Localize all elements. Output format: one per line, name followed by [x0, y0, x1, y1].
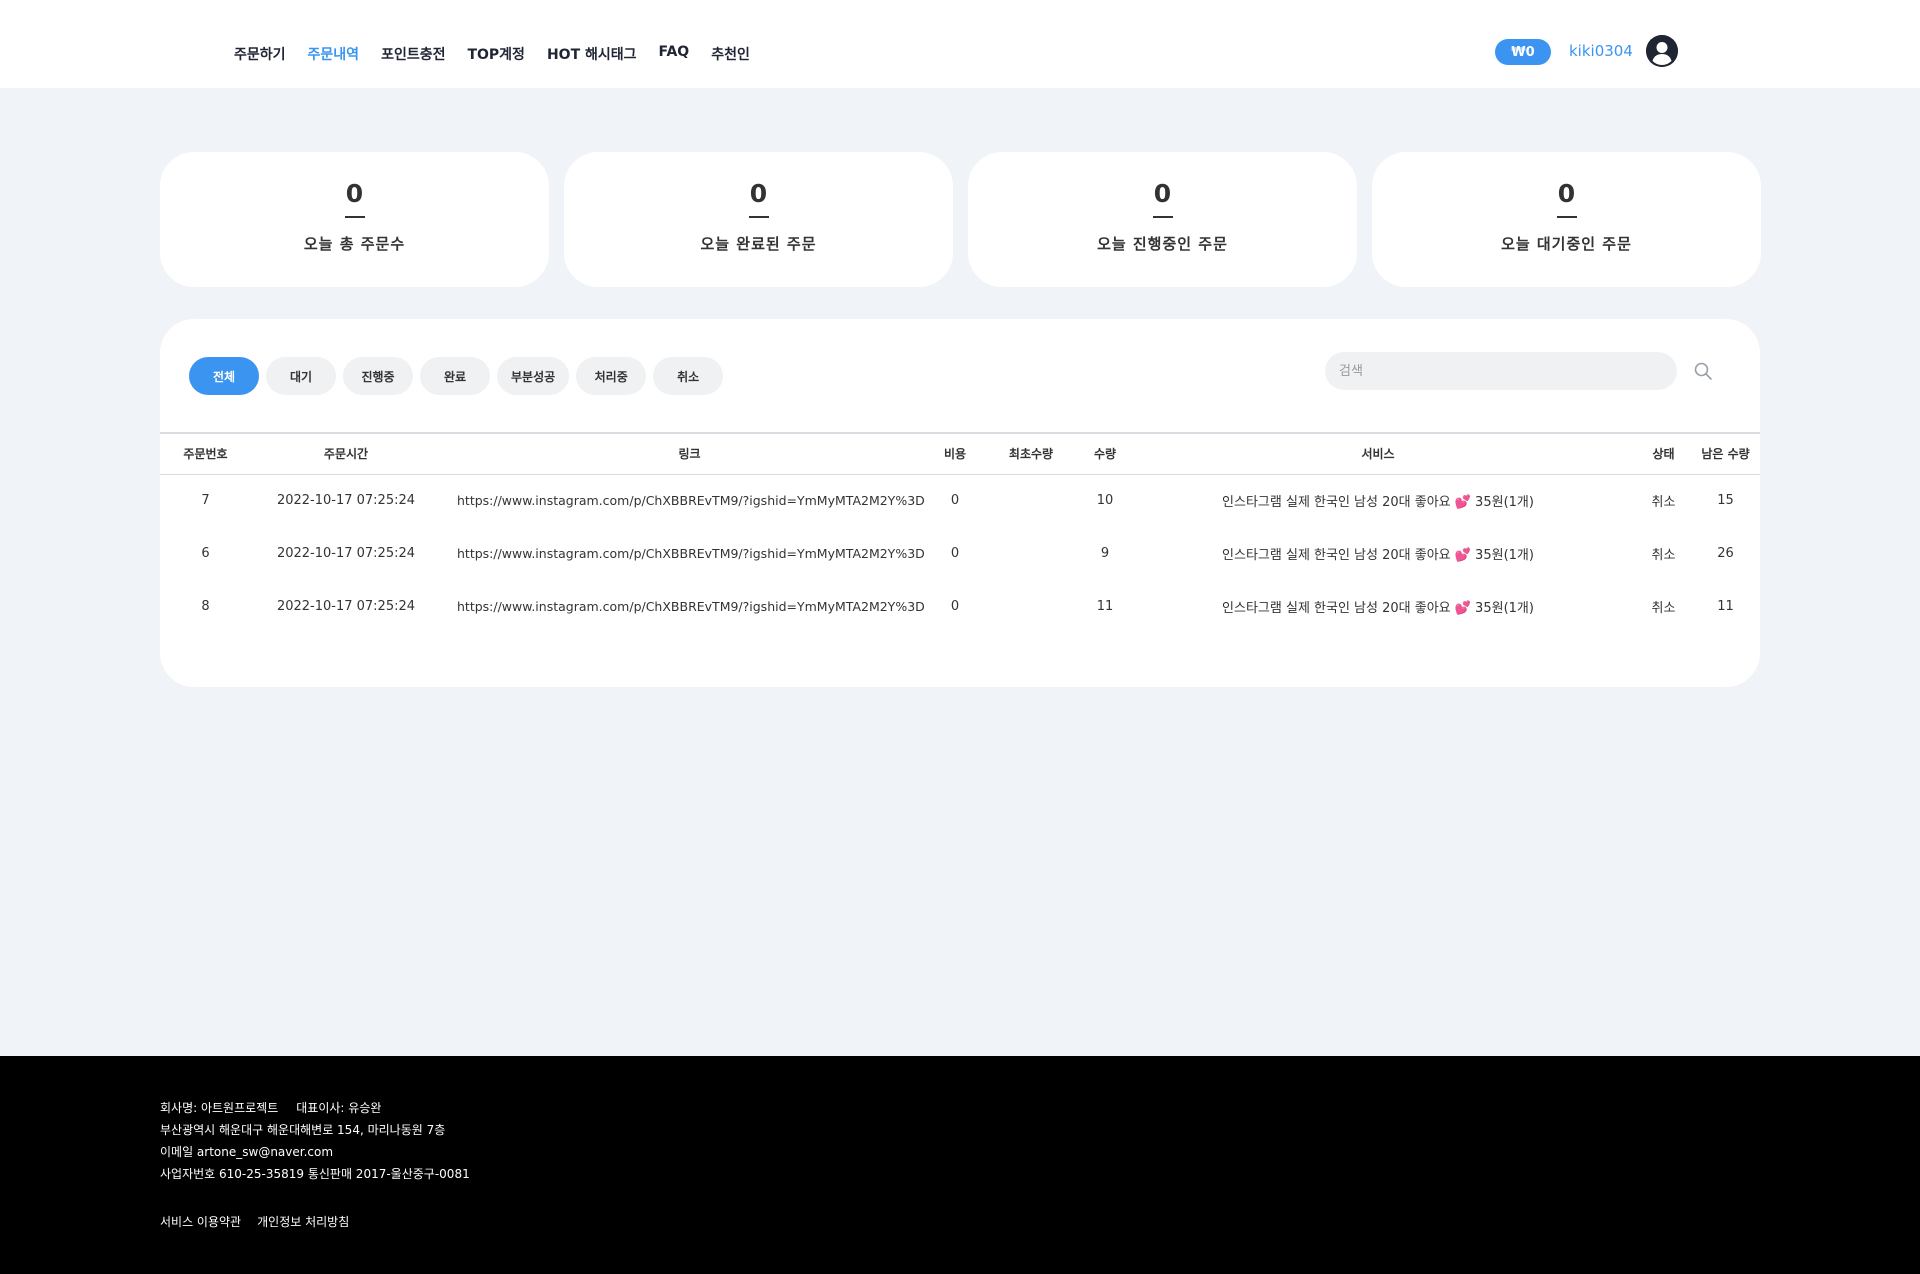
column-header-status: 상태 [1652, 447, 1675, 462]
nav-item-top-accounts[interactable]: TOP계정 [467, 44, 524, 64]
cell-service: 인스타그램 실제 한국인 남성 20대 좋아요 💕 35원(1개) [1222, 601, 1534, 616]
nav-item-point-charge[interactable]: 포인트충전 [381, 44, 445, 64]
stat-card-completed: 0 오늘 완료된 주문 [564, 152, 953, 287]
business-registration: 사업자번호 610-25-35819 통신판매 2017-울산중구-0081 [160, 1167, 470, 1181]
cell-status: 취소 [1651, 548, 1676, 563]
nav-item-hot-hashtags[interactable]: HOT 해시태그 [547, 44, 637, 64]
nav-item-order[interactable]: 주문하기 [234, 44, 286, 64]
cell-service: 인스타그램 실제 한국인 남성 20대 좋아요 💕 35원(1개) [1222, 548, 1534, 563]
footer-links: 서비스 이용약관 개인정보 처리방침 [160, 1213, 349, 1230]
top-header: 주문하기 주문내역 포인트충전 TOP계정 HOT 해시태그 FAQ 추천인 ₩… [0, 0, 1920, 88]
filter-chip-processing[interactable]: 처리중 [576, 357, 647, 395]
privacy-policy-link[interactable]: 개인정보 처리방침 [257, 1213, 349, 1230]
cell-initial-qty [972, 474, 1090, 527]
cell-qty: 9 [1100, 546, 1110, 561]
ceo-name: 대표이사: 유승완 [296, 1101, 382, 1115]
filter-chip-waiting[interactable]: 대기 [266, 357, 336, 395]
stat-value: 0 [345, 179, 364, 208]
balance-badge[interactable]: ₩0 [1495, 39, 1551, 65]
cell-order-id: 8 [201, 599, 210, 614]
filter-chip-all[interactable]: 전체 [189, 357, 259, 395]
divider [1556, 216, 1577, 218]
cell-link[interactable]: https://www.instagram.com/p/ChXBBREvTM9/… [441, 580, 938, 633]
stat-cards: 0 오늘 총 주문수 0 오늘 완료된 주문 0 오늘 진행중인 주문 0 오늘… [160, 152, 1761, 287]
column-header-order-time: 주문시간 [323, 447, 369, 462]
filter-chip-in-progress[interactable]: 진행중 [343, 357, 413, 395]
user-circle-icon[interactable] [1646, 35, 1678, 67]
order-list-panel: 전체 대기 진행중 완료 부분성공 처리중 취소 주문번호 주문시간 링크 비용… [160, 319, 1760, 687]
stat-card-pending: 0 오늘 대기중인 주문 [1372, 152, 1761, 287]
company-address: 부산광역시 해운대구 해운대해변로 154, 마리나동원 7층 [160, 1123, 446, 1137]
filter-chip-partial[interactable]: 부분성공 [497, 357, 570, 395]
search-input[interactable] [1325, 352, 1677, 390]
terms-of-service-link[interactable]: 서비스 이용약관 [160, 1213, 241, 1230]
main-nav: 주문하기 주문내역 포인트충전 TOP계정 HOT 해시태그 FAQ 추천인 [234, 44, 750, 64]
company-name: 회사명: 아트원프로젝트 [160, 1101, 279, 1115]
cell-remaining: 11 [1717, 599, 1734, 614]
filter-chip-cancelled[interactable]: 취소 [653, 357, 724, 395]
stat-value: 0 [1153, 179, 1172, 208]
cell-link[interactable]: https://www.instagram.com/p/ChXBBREvTM9/… [441, 474, 938, 527]
cell-link[interactable]: https://www.instagram.com/p/ChXBBREvTM9/… [441, 527, 938, 580]
company-info: 회사명: 아트원프로젝트 대표이사: 유승완 부산광역시 해운대구 해운대해변로 … [160, 1097, 470, 1185]
cell-cost: 0 [950, 546, 960, 561]
cell-qty: 11 [1096, 599, 1114, 614]
stat-label: 오늘 총 주문수 [303, 235, 406, 253]
column-header-link: 링크 [678, 447, 701, 462]
search-icon[interactable] [1693, 361, 1713, 381]
stat-label: 오늘 완료된 주문 [700, 235, 817, 253]
nav-item-order-history[interactable]: 주문내역 [308, 44, 360, 64]
cell-qty: 10 [1096, 493, 1114, 509]
filter-chip-completed[interactable]: 완료 [420, 357, 490, 395]
cell-initial-qty [972, 527, 1090, 580]
cell-cost: 0 [950, 493, 960, 509]
site-footer: 회사명: 아트원프로젝트 대표이사: 유승완 부산광역시 해운대구 해운대해변로 … [0, 1056, 1920, 1274]
table-row: 7 2022-10-17 07:25:24 https://www.instag… [160, 474, 1760, 527]
order-table: 주문번호 주문시간 링크 비용 최초수량 수량 서비스 상태 남은 수량 7 2… [160, 432, 1760, 633]
cell-cost: 0 [950, 599, 960, 614]
cell-order-time: 2022-10-17 07:25:24 [276, 546, 416, 561]
cell-order-id: 6 [201, 546, 210, 561]
stat-card-in-progress: 0 오늘 진행중인 주문 [968, 152, 1357, 287]
status-filter-chips: 전체 대기 진행중 완료 부분성공 처리중 취소 [189, 357, 724, 395]
divider [748, 216, 769, 218]
cell-order-time: 2022-10-17 07:25:24 [276, 599, 416, 614]
cell-status: 취소 [1651, 601, 1676, 616]
stat-value: 0 [1557, 179, 1576, 208]
company-email: 이메일 artone_sw@naver.com [160, 1145, 334, 1159]
cell-status: 취소 [1651, 495, 1676, 511]
nav-item-referral[interactable]: 추천인 [711, 44, 750, 64]
column-header-service: 서비스 [1361, 447, 1395, 462]
stat-label: 오늘 진행중인 주문 [1097, 235, 1228, 253]
nav-item-faq[interactable]: FAQ [659, 44, 690, 64]
stat-card-total: 0 오늘 총 주문수 [160, 152, 549, 287]
cell-order-id: 7 [201, 493, 210, 509]
divider [344, 216, 365, 218]
stat-label: 오늘 대기중인 주문 [1501, 235, 1632, 253]
cell-remaining: 15 [1717, 493, 1734, 509]
column-header-cost: 비용 [943, 447, 967, 462]
stat-value: 0 [749, 179, 768, 208]
cell-remaining: 26 [1717, 546, 1734, 561]
cell-order-time: 2022-10-17 07:25:24 [276, 493, 416, 509]
table-header: 주문번호 주문시간 링크 비용 최초수량 수량 서비스 상태 남은 수량 [160, 433, 1760, 474]
cell-service: 인스타그램 실제 한국인 남성 20대 좋아요 💕 35원(1개) [1222, 495, 1534, 511]
cell-initial-qty [972, 580, 1090, 633]
column-header-order-id: 주문번호 [183, 447, 228, 462]
column-header-qty: 수량 [1093, 447, 1117, 462]
username-link[interactable]: kiki0304 [1569, 42, 1633, 60]
divider [1152, 216, 1173, 218]
column-header-remaining: 남은 수량 [1701, 447, 1750, 462]
table-row: 8 2022-10-17 07:25:24 https://www.instag… [160, 580, 1760, 633]
column-header-initial-qty: 최초수량 [1008, 447, 1054, 462]
table-row: 6 2022-10-17 07:25:24 https://www.instag… [160, 527, 1760, 580]
